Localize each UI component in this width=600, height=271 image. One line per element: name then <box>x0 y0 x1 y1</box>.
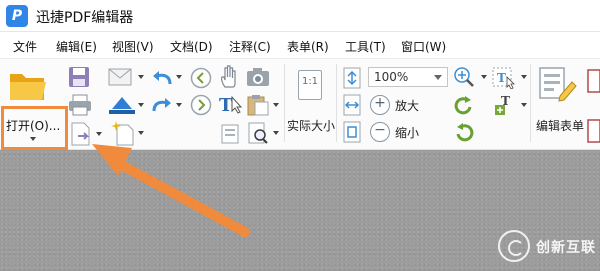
menu-file[interactable]: 文件 <box>13 38 37 55</box>
edit-form-button[interactable]: 编辑表单 <box>536 117 584 134</box>
menu-document[interactable]: 文档(D) <box>170 38 213 55</box>
zoom-tool-icon[interactable] <box>453 66 477 88</box>
menu-edit[interactable]: 编辑(E) <box>56 38 97 55</box>
svg-text:T: T <box>219 95 233 115</box>
toolbar-separator <box>284 64 285 142</box>
snapshot-icon[interactable] <box>246 67 270 87</box>
menu-comment[interactable]: 注释(C) <box>229 38 271 55</box>
email-dropdown-arrow-icon[interactable] <box>138 75 144 79</box>
highlighter-dropdown-arrow-icon[interactable] <box>138 103 144 107</box>
hand-tool-icon[interactable] <box>220 65 240 89</box>
rotate-counterclockwise-icon[interactable] <box>453 122 475 144</box>
redo-dropdown-arrow-icon[interactable] <box>176 103 182 107</box>
fit-page-icon[interactable] <box>343 67 361 89</box>
fit-visible-icon[interactable] <box>343 121 361 143</box>
menu-view[interactable]: 视图(V) <box>112 38 154 55</box>
app-title: 迅捷PDF编辑器 <box>36 10 134 26</box>
zoom-out-button[interactable]: 缩小 <box>395 124 419 141</box>
previous-view-icon[interactable] <box>190 67 212 89</box>
actual-size-button[interactable]: 实际大小 <box>287 117 335 134</box>
edit-form-icon[interactable] <box>538 66 578 106</box>
menu-bar: 文件 编辑(E) 视图(V) 文档(D) 注释(C) 表单(R) 工具(T) 窗… <box>0 32 600 58</box>
watermark-logo-icon <box>498 230 530 262</box>
highlighter-icon[interactable] <box>108 95 136 115</box>
menu-form[interactable]: 表单(R) <box>287 38 329 55</box>
open-button[interactable]: 打开(O)... <box>6 117 60 134</box>
select-area-dropdown-arrow-icon[interactable] <box>521 75 527 79</box>
add-text-icon[interactable]: T <box>493 93 517 117</box>
zoom-level-select[interactable]: 100% <box>368 67 448 87</box>
actual-size-icon[interactable]: 1:1 <box>298 70 322 100</box>
open-dropdown-arrow-icon[interactable] <box>30 137 36 141</box>
chevron-down-icon[interactable] <box>434 75 442 80</box>
paste-dropdown-arrow-icon[interactable] <box>273 103 279 107</box>
rotate-clockwise-icon[interactable] <box>453 95 475 117</box>
folder-open-icon[interactable] <box>8 68 48 102</box>
paste-icon[interactable] <box>246 94 270 116</box>
menu-window[interactable]: 窗口(W) <box>401 38 446 55</box>
toolbar-separator <box>336 64 337 142</box>
title-bar: P 迅捷PDF编辑器 <box>0 0 600 32</box>
annotation-arrow-icon <box>92 144 250 237</box>
print-icon[interactable] <box>68 94 92 116</box>
undo-icon[interactable] <box>150 68 174 88</box>
app-logo-icon: P <box>6 5 28 27</box>
find-dropdown-arrow-icon[interactable] <box>273 131 279 135</box>
svg-text:T: T <box>497 71 506 85</box>
add-text-dropdown-arrow-icon[interactable] <box>521 103 527 107</box>
zoom-in-icon[interactable]: + <box>370 95 390 115</box>
select-text-icon[interactable]: T <box>218 93 244 115</box>
save-icon[interactable] <box>68 66 90 88</box>
zoom-tool-dropdown-arrow-icon[interactable] <box>481 75 487 79</box>
toolbar-separator <box>530 64 531 142</box>
redo-icon[interactable] <box>150 95 174 115</box>
more-tools-icon[interactable] <box>587 66 600 146</box>
undo-dropdown-arrow-icon[interactable] <box>176 75 182 79</box>
zoom-out-icon[interactable]: − <box>370 122 390 142</box>
zoom-level-value: 100% <box>374 70 409 84</box>
fit-width-icon[interactable] <box>343 94 361 116</box>
select-area-icon[interactable]: T <box>491 65 517 89</box>
zoom-in-button[interactable]: 放大 <box>395 97 419 114</box>
menu-tools[interactable]: 工具(T) <box>345 38 386 55</box>
watermark-text: 创新互联 <box>536 240 596 256</box>
email-icon[interactable] <box>108 68 132 86</box>
next-view-icon[interactable] <box>190 94 212 116</box>
